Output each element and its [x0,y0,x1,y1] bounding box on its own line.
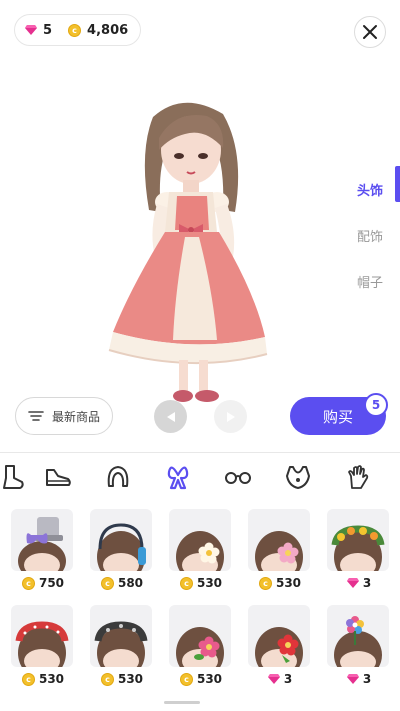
sort-filter-label: 最新商品 [51,409,100,424]
sort-icon [28,411,44,421]
price-value: 530 [38,672,65,686]
close-icon [363,25,377,39]
item-price: c 580 [90,575,154,591]
gem-icon [346,578,359,588]
category-gloves[interactable] [328,454,388,500]
coin-icon: c [68,23,82,37]
item-thumbnail [327,605,389,667]
price-value: 530 [275,576,302,590]
price-value: 530 [196,576,223,590]
hair-icon [107,466,129,487]
item-price: c 530 [169,671,233,687]
divider [0,452,400,453]
item-price: c 750 [11,575,75,591]
category-bar [0,454,400,500]
previous-button[interactable] [154,400,187,433]
gem-count: 5 [43,22,53,38]
price-value: 530 [117,672,144,686]
shop-item[interactable]: c 530 [169,605,233,687]
item-thumbnail [11,509,73,571]
scroll-indicator [164,701,200,704]
coin-icon: c [21,672,35,686]
price-value: 3 [283,672,293,686]
price-value: 750 [38,576,65,590]
cart-count: 5 [371,398,381,412]
subcategory-tabs: 头饰 配饰 帽子 [340,166,400,304]
item-price: 3 [327,671,391,687]
item-thumbnail [327,509,389,571]
shop-item[interactable]: c 750 [11,509,75,591]
tab-headwear-label: 头饰 [356,183,383,199]
avatar-preview[interactable] [95,92,280,412]
tab-accessories-label: 配饰 [356,229,383,245]
category-boots[interactable] [0,454,28,500]
sneaker-icon [46,469,71,486]
wallet-balance[interactable]: 5 c 4,806 [14,14,142,46]
tab-hats[interactable]: 帽子 [340,258,400,304]
cart-count-badge: 5 [364,393,388,417]
coin-icon: c [100,576,114,590]
glasses-icon [225,472,251,484]
gem-icon [346,674,359,684]
category-necklace[interactable] [268,454,328,500]
shop-item[interactable]: c 580 [90,509,154,591]
category-glasses[interactable] [208,454,268,500]
coin-icon: c [179,672,193,686]
tab-hats-label: 帽子 [356,275,383,291]
close-button[interactable] [354,16,386,48]
item-price: c 530 [90,671,154,687]
coin-icon: c [21,576,35,590]
buy-button-label: 购买 [322,407,353,426]
shop-item[interactable]: c 530 [90,605,154,687]
category-hair[interactable] [88,454,148,500]
item-thumbnail [90,605,152,667]
necklace-icon [286,466,310,489]
tab-accessories[interactable]: 配饰 [340,212,400,258]
coin-icon: c [179,576,193,590]
shop-item[interactable]: c 530 [11,605,75,687]
item-thumbnail [248,509,310,571]
price-value: 3 [362,576,372,590]
item-price: 3 [248,671,312,687]
next-button[interactable] [214,400,247,433]
avatar-figure [108,102,268,402]
item-thumbnail [90,509,152,571]
tab-headwear[interactable]: 头饰 [340,166,400,212]
item-price: c 530 [11,671,75,687]
triangle-right-icon [226,411,235,422]
shop-item[interactable]: c 530 [248,509,312,591]
price-value: 3 [362,672,372,686]
shop-item[interactable]: 3 [248,605,312,687]
gem-icon [25,25,37,35]
item-thumbnail [11,605,73,667]
triangle-left-icon [166,411,175,422]
coin-icon: c [258,576,272,590]
bow-icon [167,466,189,490]
item-price: c 530 [248,575,312,591]
coin-icon: c [100,672,114,686]
coin-count: 4,806 [87,22,129,38]
shop-item[interactable]: 3 [327,605,391,687]
item-thumbnail [169,509,231,571]
category-headwear[interactable] [148,454,208,500]
sort-filter-button[interactable]: 最新商品 [15,397,113,435]
gem-icon [267,674,280,684]
item-price: 3 [327,575,391,591]
boot-icon [3,465,24,489]
price-value: 580 [117,576,144,590]
item-price: c 530 [169,575,233,591]
item-thumbnail [169,605,231,667]
category-shoes[interactable] [28,454,88,500]
price-value: 530 [196,672,223,686]
glove-icon [348,465,369,489]
shop-item[interactable]: 3 [327,509,391,591]
item-thumbnail [248,605,310,667]
shop-item[interactable]: c 530 [169,509,233,591]
